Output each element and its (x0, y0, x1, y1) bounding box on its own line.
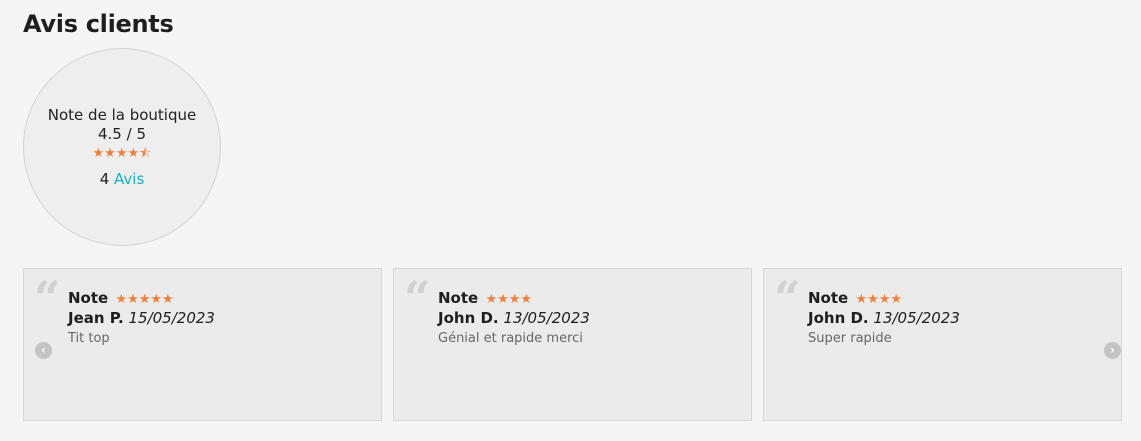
reviews-link[interactable]: Avis (114, 170, 144, 188)
review-card: “ Note ★★★★ John D. 13/05/2023 Super rap… (763, 268, 1122, 421)
review-date: 15/05/2023 (128, 309, 215, 327)
rating-summary-content: Note de la boutique 4.5 / 5 ★★★★⯪ 4 Avis (24, 106, 220, 189)
summary-score: 4.5 / 5 (98, 125, 146, 143)
reviews-widget: Avis clients Note de la boutique 4.5 / 5… (0, 0, 1141, 441)
review-author: John D. (438, 309, 499, 327)
page-title: Avis clients (23, 10, 174, 38)
star-icons: ★★★★ (92, 146, 140, 161)
review-text: Génial et rapide merci (438, 331, 583, 346)
rating-summary: Note de la boutique 4.5 / 5 ★★★★⯪ 4 Avis (23, 48, 221, 246)
review-meta: Jean P. 15/05/2023 (68, 308, 371, 329)
note-label: Note (808, 289, 849, 307)
quote-icon: “ (34, 271, 61, 325)
note-label: Note (68, 289, 109, 307)
star-rating: ★★★★★ (115, 292, 174, 307)
review-note: Note ★★★★ (438, 288, 741, 308)
chevron-right-icon[interactable]: › (1104, 342, 1121, 359)
review-author: John D. (808, 309, 869, 327)
review-date: 13/05/2023 (873, 309, 960, 327)
review-text: Tit top (68, 331, 110, 346)
summary-count: 4 Avis (24, 170, 220, 189)
review-note: Note ★★★★★ (68, 288, 371, 308)
review-author: Jean P. (68, 309, 124, 327)
review-meta: John D. 13/05/2023 (438, 308, 741, 329)
star-rating: ★★★★ (485, 292, 533, 307)
review-body: Note ★★★★ John D. 13/05/2023 Génial et r… (438, 288, 741, 348)
summary-stars: ★★★★⯪ (24, 146, 220, 162)
review-note: Note ★★★★ (808, 288, 1111, 308)
note-label: Note (438, 289, 479, 307)
chevron-left-icon[interactable]: ‹ (35, 342, 52, 359)
review-body: Note ★★★★★ Jean P. 15/05/2023 Tit top (68, 288, 371, 348)
star-rating: ★★★★ (855, 292, 903, 307)
review-date: 13/05/2023 (503, 309, 590, 327)
review-meta: John D. 13/05/2023 (808, 308, 1111, 329)
review-count: 4 (99, 170, 110, 188)
review-body: Note ★★★★ John D. 13/05/2023 Super rapid… (808, 288, 1111, 348)
quote-icon: “ (774, 271, 801, 325)
quote-icon: “ (404, 271, 431, 325)
review-text: Super rapide (808, 331, 892, 346)
half-star-icon: ⯪ (139, 146, 152, 161)
review-card: “ Note ★★★★ John D. 13/05/2023 Génial et… (393, 268, 752, 421)
summary-title: Note de la boutique (47, 106, 197, 124)
review-card: “ Note ★★★★★ Jean P. 15/05/2023 Tit top (23, 268, 382, 421)
